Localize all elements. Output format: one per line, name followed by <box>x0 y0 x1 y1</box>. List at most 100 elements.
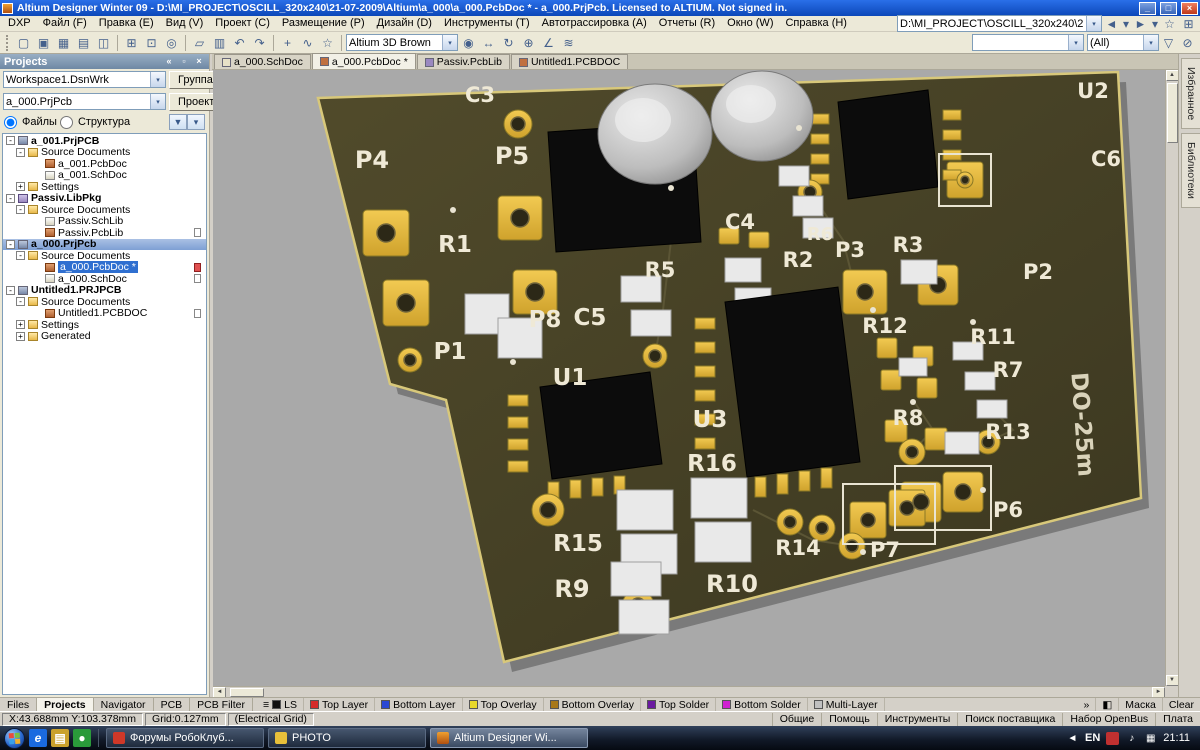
internet-explorer-icon[interactable]: e <box>29 729 47 747</box>
zoom-area-icon[interactable]: ⊡ <box>142 33 161 52</box>
expand-toggle-icon[interactable]: + <box>16 332 25 341</box>
menu-window[interactable]: Окно (W) <box>721 16 779 31</box>
layer-tab-top-overlay[interactable]: Top Overlay <box>463 698 544 711</box>
menu-reports[interactable]: Отчеты (R) <box>653 16 721 31</box>
structure-radio[interactable] <box>60 116 73 129</box>
mask-level-icon[interactable]: ◧ <box>1096 698 1119 711</box>
panel-button-openbus[interactable]: Набор OpenBus <box>1062 713 1155 726</box>
snapshot-icon[interactable]: ◉ <box>459 33 478 52</box>
layer-tab-bottom[interactable]: Bottom Layer <box>375 698 462 711</box>
panel-tab-pcbfilter[interactable]: PCB Filter <box>190 698 253 711</box>
clock[interactable]: 21:11 <box>1163 732 1190 744</box>
menu-view[interactable]: Вид (V) <box>160 16 210 31</box>
vertical-scrollbar[interactable]: ▲ ▼ <box>1165 70 1178 686</box>
scroll-up-icon[interactable]: ▲ <box>1166 70 1179 81</box>
media-app-icon[interactable]: ● <box>73 729 91 747</box>
layer-tab-multi[interactable]: Multi-Layer <box>808 698 885 711</box>
tree-row[interactable]: -Source Documents <box>3 204 206 216</box>
scope-filter-combo[interactable]: ▾ <box>1087 34 1159 51</box>
recent-path-combo[interactable]: ▾ <box>897 15 1102 32</box>
expand-toggle-icon[interactable]: - <box>16 205 25 214</box>
expand-toggle-icon[interactable]: - <box>16 297 25 306</box>
print-icon[interactable]: ▤ <box>74 33 93 52</box>
menu-project[interactable]: Проект (C) <box>209 16 276 31</box>
scroll-down-icon[interactable]: ▼ <box>1166 675 1179 686</box>
back-dropdown-icon[interactable]: ▾ <box>1121 14 1131 33</box>
start-button[interactable] <box>4 728 25 749</box>
chevron-down-icon[interactable]: ▾ <box>1086 16 1101 31</box>
new-document-icon[interactable]: ▢ <box>14 33 33 52</box>
panel-button-system[interactable]: Общие <box>772 713 822 726</box>
layer-tabs-more-icon[interactable]: » <box>1078 698 1097 711</box>
copy-icon[interactable]: ▱ <box>190 33 209 52</box>
expand-toggle-icon[interactable]: + <box>16 320 25 329</box>
tree-row-selected[interactable]: a_000.PcbDoc * <box>3 262 206 274</box>
menu-tools[interactable]: Инструменты (T) <box>438 16 536 31</box>
tree-row[interactable]: -a_001.PrjPCB <box>3 135 206 147</box>
scroll-left-icon[interactable]: ◄ <box>213 687 226 698</box>
menu-help[interactable]: Справка (H) <box>779 16 852 31</box>
rotate-3d-icon[interactable]: ↻ <box>499 33 518 52</box>
layer-tab-bottom-overlay[interactable]: Bottom Overlay <box>544 698 641 711</box>
polygon-pour-icon[interactable]: ≋ <box>559 33 578 52</box>
tree-row[interactable]: a_001.PcbDoc <box>3 158 206 170</box>
files-radio[interactable] <box>4 116 17 129</box>
panel-button-supplier-search[interactable]: Поиск поставщика <box>957 713 1062 726</box>
maximize-button[interactable]: □ <box>1160 2 1177 15</box>
undo-icon[interactable]: ↶ <box>230 33 249 52</box>
clear-filter-icon[interactable]: ⊘ <box>1178 33 1197 52</box>
expand-toggle-icon[interactable]: - <box>6 194 15 203</box>
home-icon[interactable]: ⊞ <box>1179 14 1198 33</box>
view-configuration-combo[interactable]: ▾ <box>346 34 458 51</box>
panel-tab-files[interactable]: Files <box>0 698 37 711</box>
tree-row[interactable]: a_000.SchDoc <box>3 273 206 285</box>
panel-button-board[interactable]: Плата <box>1155 713 1200 726</box>
toolbar-grip[interactable] <box>6 35 10 51</box>
vertical-scroll-thumb[interactable] <box>1167 83 1178 143</box>
origin-icon[interactable]: ⊕ <box>519 33 538 52</box>
explorer-folder-icon[interactable]: ▤ <box>51 729 69 747</box>
tree-row[interactable]: -Source Documents <box>3 250 206 262</box>
horizontal-scroll-thumb[interactable] <box>230 688 264 697</box>
tree-row[interactable]: +Settings <box>3 181 206 193</box>
title-bar[interactable]: Altium Designer Winter 09 - D:\MI_PROJEC… <box>0 0 1200 16</box>
doc-tab-schdoc[interactable]: a_000.SchDoc <box>214 54 311 69</box>
tree-row[interactable]: Untitled1.PCBDOC <box>3 308 206 320</box>
hidden-icons-chevron[interactable]: ◄ <box>1066 732 1079 745</box>
layer-set-tab[interactable]: ≡ LS <box>257 698 304 711</box>
mask-level-button[interactable]: Маска <box>1119 698 1163 711</box>
route-wire-icon[interactable]: ∿ <box>298 33 317 52</box>
network-icon[interactable]: ▦ <box>1144 732 1157 745</box>
forward-dropdown-icon[interactable]: ▾ <box>1150 14 1160 33</box>
measure-icon[interactable]: ∠ <box>539 33 558 52</box>
mask-query-combo[interactable]: ▾ <box>972 34 1084 51</box>
history-forward-icon[interactable]: ► <box>1131 14 1150 33</box>
collapse-panel-icon[interactable]: « <box>163 56 175 67</box>
language-indicator[interactable]: EN <box>1085 732 1100 744</box>
panel-tab-navigator[interactable]: Navigator <box>94 698 154 711</box>
tree-row[interactable]: -Untitled1.PRJPCB <box>3 285 206 297</box>
chevron-down-icon[interactable]: ▾ <box>1068 35 1083 50</box>
tree-row[interactable]: Passiv.PcbLib <box>3 227 206 239</box>
mask-query-input[interactable] <box>973 36 1068 49</box>
tree-row[interactable]: -Source Documents <box>3 296 206 308</box>
expand-toggle-icon[interactable]: + <box>16 182 25 191</box>
find-icon[interactable]: ◎ <box>162 33 181 52</box>
expand-toggle-icon[interactable]: - <box>16 148 25 157</box>
clear-button[interactable]: Clear <box>1163 698 1200 711</box>
scroll-right-icon[interactable]: ► <box>1152 687 1165 698</box>
layer-tab-top[interactable]: Top Layer <box>304 698 375 711</box>
right-tab-libraries[interactable]: Библиотеки <box>1181 133 1200 208</box>
workspace-combo[interactable]: ▾ <box>3 71 166 88</box>
filter-icon[interactable]: ▽ <box>1159 33 1178 52</box>
expand-toggle-icon[interactable]: - <box>6 136 15 145</box>
right-tab-favorites[interactable]: Избранное <box>1181 58 1200 129</box>
panel-button-instruments[interactable]: Инструменты <box>877 713 957 726</box>
tree-row[interactable]: Passiv.SchLib <box>3 216 206 228</box>
menu-dxp[interactable]: DXP <box>2 16 37 31</box>
close-panel-icon[interactable]: × <box>193 56 205 67</box>
close-button[interactable]: × <box>1181 2 1198 15</box>
project-combo[interactable]: ▾ <box>3 93 166 110</box>
history-back-icon[interactable]: ◄ <box>1102 14 1121 33</box>
taskbar-button-altium[interactable]: Altium Designer Wi... <box>430 728 588 748</box>
